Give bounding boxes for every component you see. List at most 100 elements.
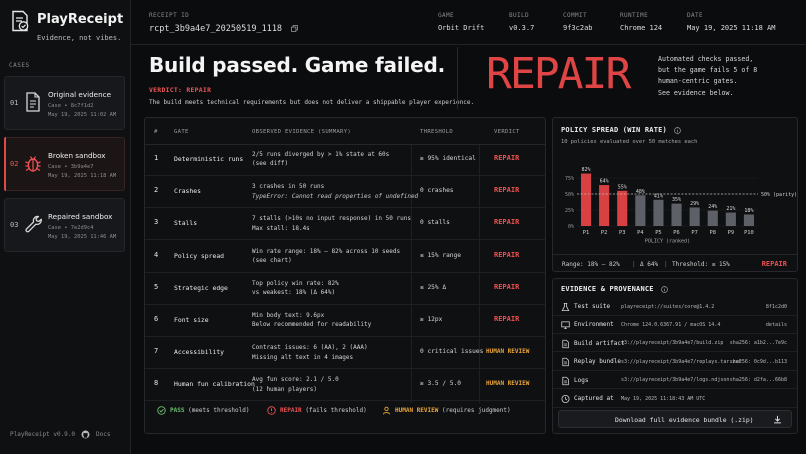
info-icon[interactable] <box>661 285 668 293</box>
bar-value-label: 35% <box>672 197 681 203</box>
bar-p7 <box>689 207 700 226</box>
gate-evidence-line: (see chart) <box>252 257 292 264</box>
big-verdict: REPAIR <box>486 49 631 99</box>
gate-evidence-line: 3 crashes in 50 runs <box>252 183 325 191</box>
file-icon <box>562 376 569 385</box>
evidence-value: s3://playreceipt/3b9a4e7/replays.tar.zst <box>621 358 742 365</box>
gate-evidence: Top policy win rate: 82% vs weakest: 18% … <box>252 279 339 298</box>
gate-verdict: HUMAN REVIEW <box>486 380 530 388</box>
x-tick-label: P6 <box>673 230 680 236</box>
gate-row[interactable]: 1 Deterministic runs 2/5 runs diverged by … <box>145 145 545 176</box>
gate-evidence-line: vs weakest: 18% (Δ 64%) <box>252 289 336 297</box>
gate-threshold: ≥ 3.5 / 5.0 <box>420 380 461 388</box>
gate-row[interactable]: 7 Accessibility Contrast issues: 6 (AA), 2… <box>145 338 545 370</box>
hero-note-line: human-centric gates. <box>658 77 738 86</box>
y-tick-label: 50% <box>565 192 574 198</box>
x-tick-label: P1 <box>583 230 590 236</box>
gate-row[interactable]: 5 Strategic edge Top policy win rate: 82% v… <box>145 274 545 305</box>
github-icon[interactable] <box>81 430 90 439</box>
file-icon <box>562 339 569 348</box>
gate-name: Accessibility <box>174 348 225 357</box>
legend-human-text: HUMAN REVIEW (requires judgment) <box>395 407 511 414</box>
game-label: GAME <box>438 12 455 19</box>
gate-evidence-line: Max stall: 18.4s <box>252 224 310 232</box>
bug-icon <box>25 156 41 172</box>
bar-p1 <box>580 173 592 226</box>
info-icon[interactable] <box>674 126 682 134</box>
runtime-label: RUNTIME <box>620 12 649 19</box>
evidence-row[interactable]: Build artifact s3://playreceipt/3b9a4e7/b… <box>553 335 797 353</box>
evidence-row[interactable]: Test suite playreceipt://suites/core@1.4.… <box>553 298 797 316</box>
evidence-row[interactable]: Logs s3://playreceipt/3b9a4e7/logs.ndjson… <box>553 372 797 390</box>
receipt-id-block: RECEIPT ID rcpt_3b9a4e7_20250519_1118 <box>149 12 299 34</box>
legend-pass-text: PASS (meets threshold) <box>170 407 250 414</box>
y-tick-label: 25% <box>565 208 574 214</box>
legend-human-label: HUMAN REVIEW <box>395 407 439 414</box>
case-number: 02 <box>10 160 19 168</box>
app-tagline: Evidence, not vibes. <box>37 34 122 42</box>
gate-number: 3 <box>154 218 159 227</box>
evidence-title: EVIDENCE & PROVENANCE <box>561 285 654 293</box>
case-id: Case • 3b9a4e7 <box>48 164 94 170</box>
x-tick-label: P5 <box>655 230 662 236</box>
case-number: 03 <box>10 221 19 229</box>
bar-p4 <box>635 195 646 226</box>
gate-verdict: REPAIR <box>494 282 520 291</box>
x-tick-label: P9 <box>728 230 735 236</box>
date-block: DATE May 19, 2025 11:18 AM <box>687 12 776 32</box>
gate-row[interactable]: 8 Human fun calibration Avg fun score: 2.1… <box>145 370 545 402</box>
gate-row[interactable]: 3 Stalls 7 stalls (>10s no input response)… <box>145 209 545 241</box>
gate-evidence-line: Win rate range: 18% – 82% across 10 seed… <box>252 247 401 255</box>
case-item-broken-sandbox[interactable]: 02 Broken sandbox Case • 3b9a4e7 May 19,… <box>4 137 125 191</box>
gate-name: Human fun calibration <box>174 380 255 389</box>
bar-value-label: 21% <box>726 206 735 212</box>
gate-row[interactable]: 4 Policy spread Win rate range: 18% – 82% … <box>145 242 545 273</box>
gate-threshold: 0 critical issues <box>420 348 484 356</box>
gate-row[interactable]: 6 Font size Min body text: 9.6px Below reco… <box>145 306 545 337</box>
hero-divider <box>457 47 458 109</box>
case-number: 01 <box>10 99 19 107</box>
build-block: BUILD v0.3.7 <box>509 12 534 32</box>
app-name: PlayReceipt <box>37 12 124 27</box>
download-bundle-button[interactable]: Download full evidence bundle (.zip) <box>558 410 792 428</box>
y-tick-label: 0% <box>568 224 574 230</box>
case-id: Case • 7e2d9c4 <box>48 225 94 231</box>
evidence-row[interactable]: Captured at May 19, 2025 11:18:43 AM UTC <box>553 390 797 408</box>
x-tick-label: P3 <box>619 230 626 236</box>
evidence-value: playreceipt://suites/core@1.4.2 <box>621 303 715 310</box>
game-value: Orbit Drift <box>438 24 485 32</box>
evidence-value: s3://playreceipt/3b9a4e7/logs.ndjson <box>621 377 730 384</box>
evidence-meta[interactable]: details <box>766 322 787 328</box>
date-label: DATE <box>687 12 704 19</box>
gate-row[interactable]: 2 Crashes 3 crashes in 50 runs TypeError: C… <box>145 177 545 209</box>
policy-spread-title: POLICY SPREAD (WIN RATE) <box>561 126 667 134</box>
bar-p2 <box>599 185 610 226</box>
evidence-key: Captured at <box>574 395 614 402</box>
commit-block: COMMIT 9f3c2ab <box>563 12 593 32</box>
page-title: Build passed. Game failed. <box>149 53 446 77</box>
gate-evidence-line: 7 stalls (>10s no input response) in 50 … <box>252 215 411 223</box>
spread-verdict: REPAIR <box>761 260 787 268</box>
app-version: PlayReceipt v0.9.0 <box>10 431 76 438</box>
evidence-row[interactable]: Replay bundle s3://playreceipt/3b9a4e7/re… <box>553 353 797 371</box>
case-item-repaired-sandbox[interactable]: 03 Repaired sandbox Case • 7e2d9c4 May 1… <box>4 198 125 252</box>
evidence-row[interactable]: Environment Chrome 124.0.6367.91 / macOS … <box>553 316 797 334</box>
gate-name: Font size <box>174 316 209 324</box>
bar-p6 <box>671 203 682 226</box>
header-divider <box>131 44 806 45</box>
brand[interactable]: PlayReceipt Evidence, not vibes. <box>10 10 125 50</box>
gate-evidence: Contrast issues: 6 (AA), 2 (AAA) Missing … <box>252 343 368 362</box>
legend-human-note: (requires judgment) <box>441 407 511 414</box>
gates-table: # GATE OBSERVED EVIDENCE (SUMMARY) THRES… <box>144 117 546 434</box>
case-title: Repaired sandbox <box>48 212 113 221</box>
case-item-original-evidence[interactable]: 01 Original evidence Case • 8c7f1d2 May … <box>4 76 125 130</box>
docs-link[interactable]: Docs <box>96 431 110 438</box>
gate-evidence-line: (12 human players) <box>252 385 318 393</box>
gate-number: 1 <box>154 154 159 162</box>
bar-p10 <box>743 214 755 226</box>
bar-p5 <box>653 199 664 226</box>
gate-evidence: 3 crashes in 50 runs TypeError: Cannot re… <box>252 182 418 201</box>
gate-evidence: 2/5 runs diverged by > 1% state at 60s (s… <box>252 150 389 169</box>
copy-icon[interactable] <box>291 25 299 32</box>
bar-p3 <box>617 190 628 226</box>
